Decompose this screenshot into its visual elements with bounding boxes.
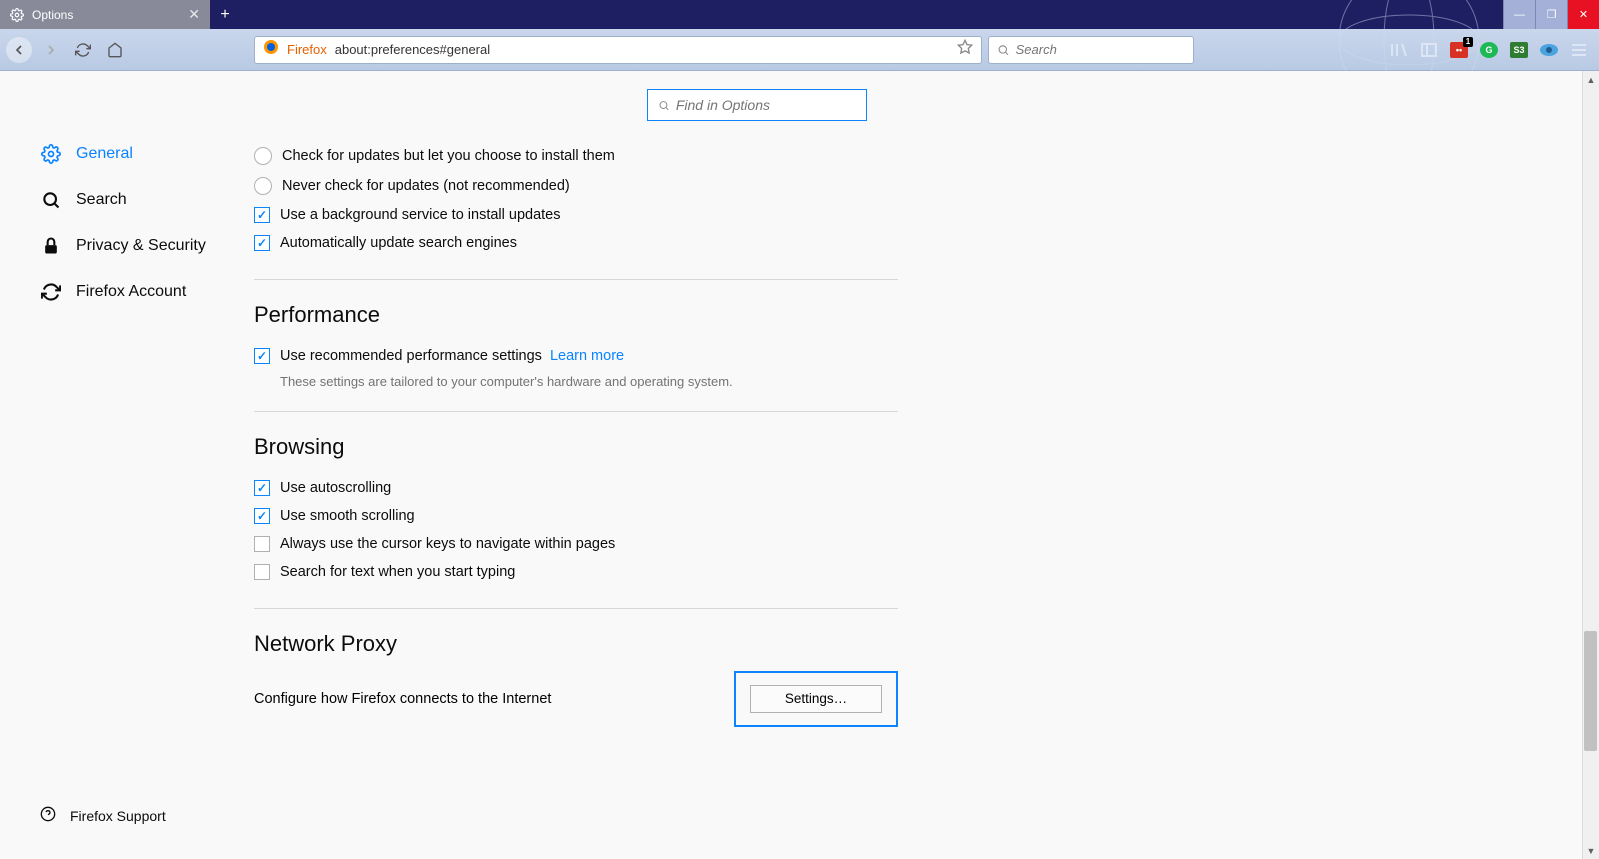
extension-green-icon[interactable]: G — [1479, 40, 1499, 60]
tab-close-icon[interactable]: ✕ — [188, 6, 200, 23]
library-icon[interactable] — [1389, 40, 1409, 60]
sidebar-item-privacy[interactable]: Privacy & Security — [40, 223, 240, 269]
search-icon — [997, 43, 1010, 57]
recommended-performance-checkbox[interactable]: Use recommended performance settingsLear… — [254, 342, 898, 370]
identity-label: Firefox — [287, 42, 327, 57]
checkbox-icon — [254, 235, 270, 251]
main-panel: Check for updates but let you choose to … — [240, 71, 1599, 859]
find-input[interactable] — [676, 97, 856, 113]
extension-red-icon[interactable]: ••1 — [1449, 40, 1469, 60]
checkbox-icon — [254, 480, 270, 496]
proxy-description: Configure how Firefox connects to the In… — [254, 691, 551, 707]
cursor-keys-checkbox[interactable]: Always use the cursor keys to navigate w… — [254, 530, 898, 558]
checkbox-icon — [254, 536, 270, 552]
sidebar-item-label: Privacy & Security — [76, 237, 206, 255]
app-menu-icon[interactable] — [1569, 40, 1589, 60]
sidebar-item-search[interactable]: Search — [40, 177, 240, 223]
search-start-typing-checkbox[interactable]: Search for text when you start typing — [254, 558, 898, 586]
sidebar-item-label: Search — [76, 191, 127, 209]
radio-icon — [254, 147, 272, 165]
sidebar-item-account[interactable]: Firefox Account — [40, 269, 240, 315]
sidebar-item-general[interactable]: General — [40, 131, 240, 177]
sidebar-item-label: Firefox Account — [76, 283, 186, 301]
url-text: about:preferences#general — [335, 42, 490, 57]
titlebar: Options ✕ + — ❐ ✕ — [0, 0, 1599, 29]
gear-icon — [10, 8, 24, 22]
scroll-thumb[interactable] — [1584, 631, 1597, 751]
learn-more-link[interactable]: Learn more — [550, 348, 624, 364]
separator — [254, 279, 898, 280]
autoscroll-checkbox[interactable]: Use autoscrolling — [254, 474, 898, 502]
scroll-down-icon[interactable]: ▼ — [1583, 842, 1599, 859]
forward-button[interactable] — [38, 37, 64, 63]
performance-hint: These settings are tailored to your comp… — [280, 374, 898, 389]
firefox-support-link[interactable]: Firefox Support — [40, 806, 166, 825]
update-never-radio[interactable]: Never check for updates (not recommended… — [254, 171, 898, 201]
gear-icon — [40, 144, 62, 164]
url-bar[interactable]: Firefox about:preferences#general — [254, 36, 982, 64]
new-tab-button[interactable]: + — [210, 0, 240, 29]
checkbox-icon — [254, 508, 270, 524]
update-search-engines-checkbox[interactable]: Automatically update search engines — [254, 229, 898, 257]
settings-button-highlight: Settings… — [734, 671, 898, 727]
radio-icon — [254, 177, 272, 195]
vertical-scrollbar[interactable]: ▲ ▼ — [1582, 71, 1599, 859]
maximize-button[interactable]: ❐ — [1535, 0, 1567, 29]
checkbox-icon — [254, 564, 270, 580]
smooth-scroll-checkbox[interactable]: Use smooth scrolling — [254, 502, 898, 530]
checkbox-icon — [254, 348, 270, 364]
search-input[interactable] — [1016, 42, 1185, 57]
scroll-up-icon[interactable]: ▲ — [1583, 71, 1599, 88]
home-button[interactable] — [102, 37, 128, 63]
browsing-heading: Browsing — [254, 434, 898, 460]
bookmark-star-icon[interactable] — [957, 39, 973, 60]
sync-icon — [40, 282, 62, 302]
update-choice-radio[interactable]: Check for updates but let you choose to … — [254, 141, 898, 171]
navigation-toolbar: Firefox about:preferences#general ••1 G … — [0, 29, 1599, 71]
support-label: Firefox Support — [70, 808, 166, 824]
separator — [254, 608, 898, 609]
search-icon — [40, 190, 62, 210]
checkbox-icon — [254, 207, 270, 223]
help-icon — [40, 806, 56, 825]
browser-tab-options[interactable]: Options ✕ — [0, 0, 210, 29]
extension-s3-icon[interactable]: S3 — [1509, 40, 1529, 60]
sidebar-toggle-icon[interactable] — [1419, 40, 1439, 60]
reload-button[interactable] — [70, 37, 96, 63]
lock-icon — [40, 236, 62, 256]
find-in-options[interactable] — [647, 89, 867, 121]
separator — [254, 411, 898, 412]
network-proxy-heading: Network Proxy — [254, 631, 898, 657]
proxy-settings-button[interactable]: Settings… — [750, 685, 882, 713]
extension-eye-icon[interactable] — [1539, 40, 1559, 60]
tab-title: Options — [32, 8, 73, 22]
category-sidebar: General Search Privacy & Security Firefo… — [0, 71, 240, 859]
back-button[interactable] — [6, 37, 32, 63]
firefox-logo-icon — [263, 39, 279, 60]
window-controls: — ❐ ✕ — [1503, 0, 1599, 29]
background-service-checkbox[interactable]: Use a background service to install upda… — [254, 201, 898, 229]
preferences-content: General Search Privacy & Security Firefo… — [0, 71, 1599, 859]
search-bar[interactable] — [988, 36, 1194, 64]
close-window-button[interactable]: ✕ — [1567, 0, 1599, 29]
performance-heading: Performance — [254, 302, 898, 328]
minimize-button[interactable]: — — [1503, 0, 1535, 29]
sidebar-item-label: General — [76, 145, 133, 163]
search-icon — [658, 99, 670, 112]
